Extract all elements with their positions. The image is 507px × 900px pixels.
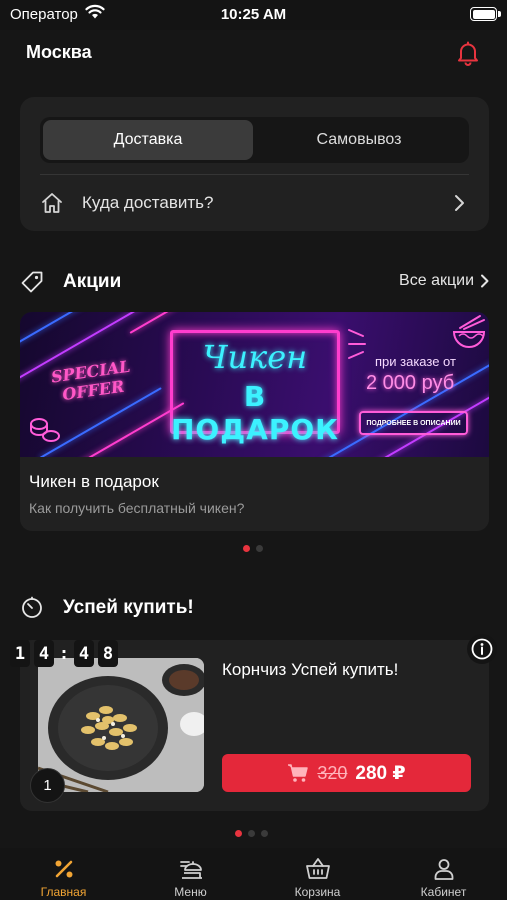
quantity-badge: 1 <box>30 768 65 803</box>
noodle-bowl-icon <box>452 315 486 348</box>
clock: 10:25 AM <box>220 6 287 23</box>
bottom-tab-bar: Главная Меню Корзина Кабинет <box>0 848 507 900</box>
tab-home[interactable]: Главная <box>0 848 127 900</box>
order-note: при заказе от <box>375 354 456 369</box>
info-button[interactable] <box>467 634 497 664</box>
banner-headline-line2: В ПОДАРОК <box>170 380 340 446</box>
timer-icon <box>22 596 42 618</box>
promotion-card[interactable]: SPECIAL OFFER Чикен В ПОДАРОК при заказе… <box>20 312 489 531</box>
tab-label: Кабинет <box>420 885 467 899</box>
notification-bell-icon[interactable] <box>455 40 481 66</box>
all-promotions-label: Все акции <box>399 272 474 289</box>
timer-digit: 4 <box>34 640 54 667</box>
percent-icon <box>52 856 76 882</box>
banner-headline-line1: Чикен <box>202 338 308 376</box>
delivery-card: Доставка Самовывоз Куда доставить? <box>20 97 489 231</box>
menu-dish-icon <box>178 856 204 882</box>
tab-menu[interactable]: Меню <box>127 848 254 900</box>
all-promotions-link[interactable]: Все акции <box>399 272 489 290</box>
product-card[interactable]: 1 4 : 4 8 1 Корнчиз Успей купить! 320 28… <box>10 634 497 811</box>
pager-dot[interactable] <box>235 830 242 837</box>
address-row[interactable]: Куда доставить? <box>40 181 469 225</box>
home-icon <box>42 193 62 213</box>
tab-label: Меню <box>174 885 207 899</box>
address-placeholder: Куда доставить? <box>82 193 214 212</box>
promotions-header: Акции Все акции <box>20 268 489 298</box>
home-content[interactable]: Доставка Самовывоз Куда доставить? Акции… <box>0 78 507 848</box>
pager-dot[interactable] <box>261 830 268 837</box>
timer-separator: : <box>58 643 70 664</box>
cart-icon <box>288 764 309 782</box>
promotion-banner[interactable]: SPECIAL OFFER Чикен В ПОДАРОК при заказе… <box>20 312 489 457</box>
pager-dot[interactable] <box>248 830 255 837</box>
promotions-title: Акции <box>63 271 122 292</box>
tab-label: Корзина <box>294 885 341 899</box>
chevron-right-icon <box>481 274 489 288</box>
product-name: Корнчиз Успей купить! <box>222 660 399 679</box>
mode-delivery-button[interactable]: Доставка <box>43 120 253 160</box>
pager-dot[interactable] <box>243 545 250 552</box>
basket-icon <box>305 856 331 882</box>
promotions-pager <box>243 545 263 552</box>
neon-streak <box>79 402 185 457</box>
price-tag-icon <box>21 271 43 293</box>
sparkle-icon <box>348 329 366 359</box>
app-header: Москва <box>0 30 507 78</box>
city-selector[interactable]: Москва <box>26 42 92 63</box>
status-bar: Оператор 10:25 AM <box>0 0 507 30</box>
battery-icon <box>470 7 501 21</box>
timer-digit: 1 <box>10 640 30 667</box>
sushi-icon <box>30 418 60 442</box>
tab-label: Главная <box>40 885 87 899</box>
countdown-timer: 1 4 : 4 8 <box>10 640 118 667</box>
promotion-title: Чикен в подарок <box>29 472 159 491</box>
user-icon <box>432 856 456 882</box>
old-price: 320 <box>317 762 348 783</box>
products-pager <box>235 830 268 837</box>
delivery-mode-switch: Доставка Самовывоз <box>40 117 469 163</box>
special-offer-text: SPECIAL OFFER <box>49 356 132 405</box>
tab-cart[interactable]: Корзина <box>254 848 381 900</box>
new-price: 280 ₽ <box>355 762 406 784</box>
mode-pickup-button[interactable]: Самовывоз <box>254 120 464 160</box>
product-image[interactable] <box>38 658 204 792</box>
details-badge: ПОДРОБНЕЕ В ОПИСАНИИ <box>359 411 468 435</box>
order-amount: 2 000 руб <box>366 372 455 394</box>
timer-digit: 8 <box>98 640 118 667</box>
promotion-subtitle: Как получить бесплатный чикен? <box>29 500 245 516</box>
info-icon <box>471 638 493 660</box>
timer-digit: 4 <box>74 640 94 667</box>
hurry-header: Успей купить! <box>20 593 489 623</box>
food-plate-image <box>38 658 204 792</box>
pager-dot[interactable] <box>256 545 263 552</box>
tab-account[interactable]: Кабинет <box>380 848 507 900</box>
hurry-title: Успей купить! <box>63 597 194 618</box>
add-to-cart-button[interactable]: 320 280 ₽ <box>222 754 471 792</box>
chevron-right-icon <box>455 195 464 211</box>
divider <box>40 174 469 175</box>
